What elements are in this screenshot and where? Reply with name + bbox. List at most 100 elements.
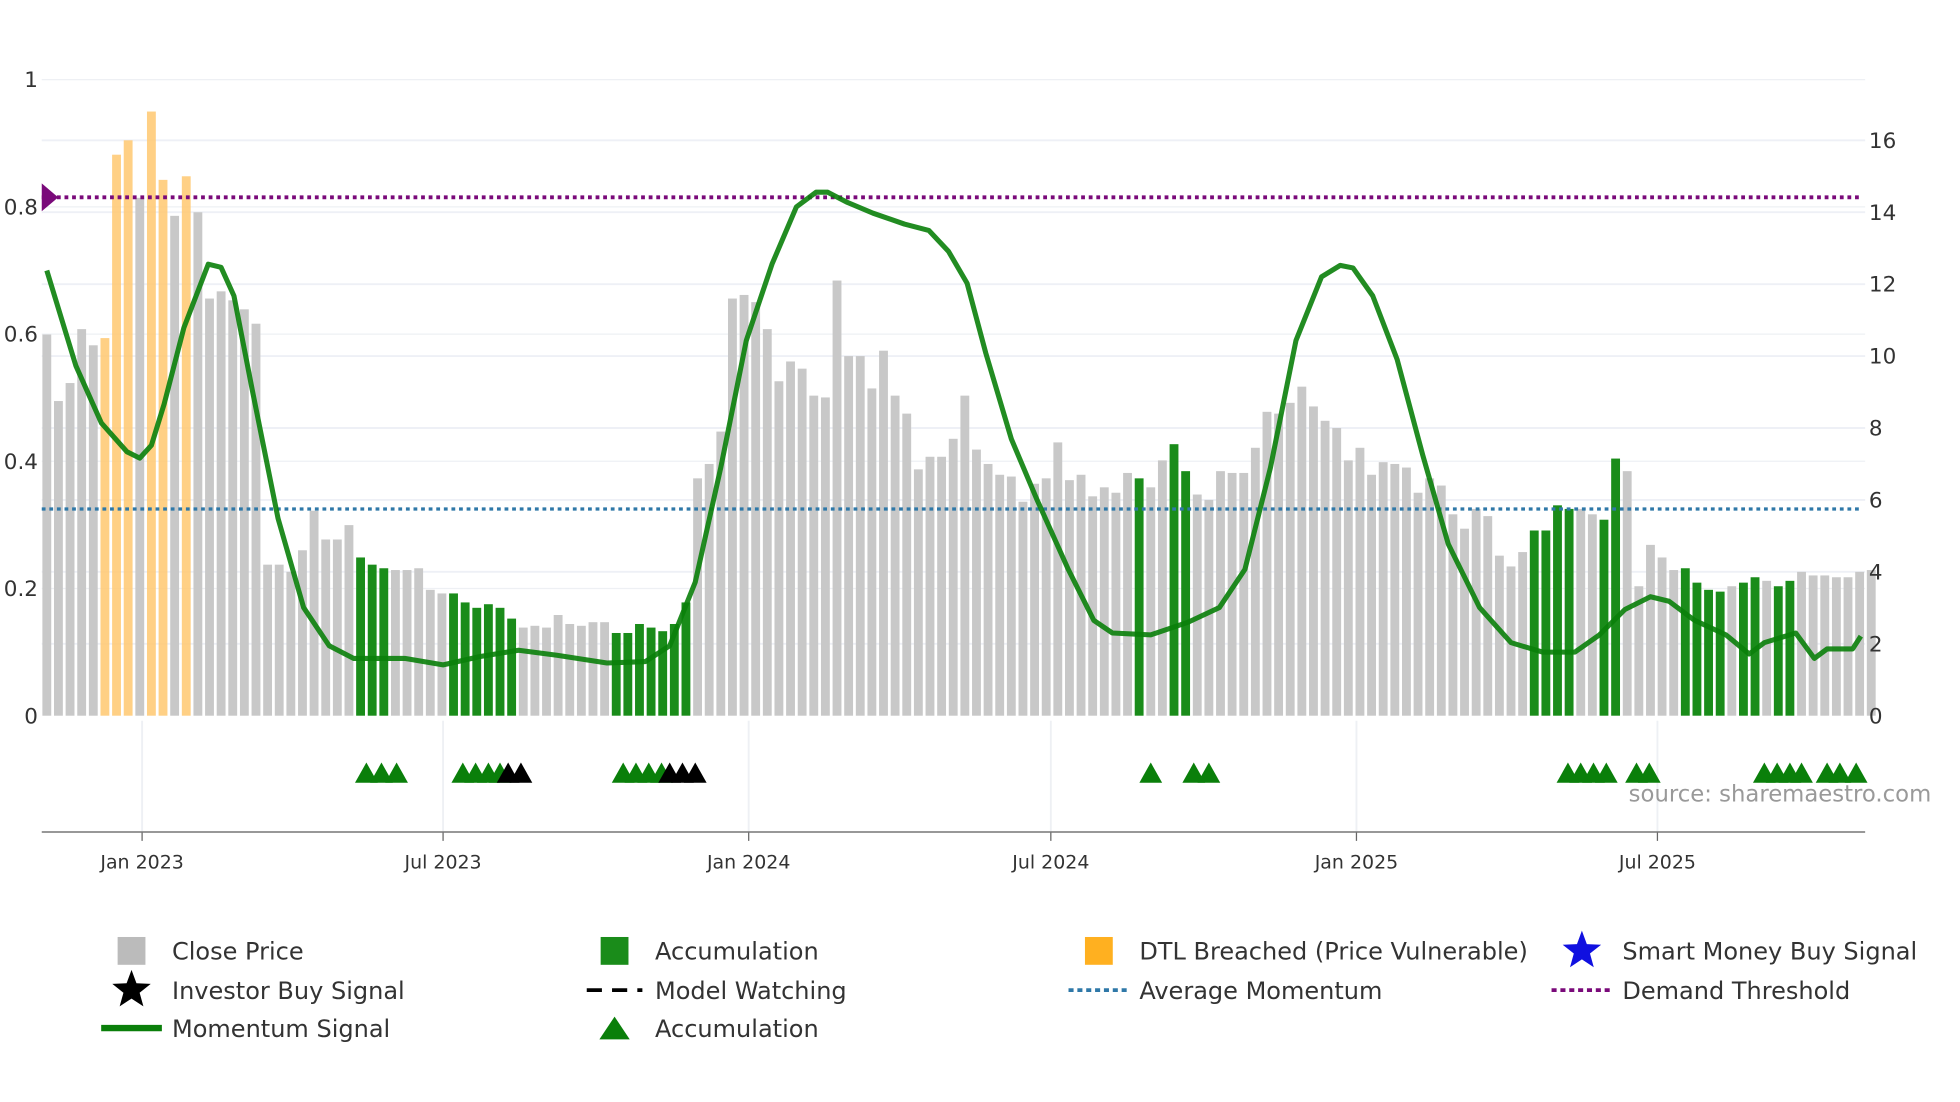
accumulation-bar (472, 607, 482, 716)
accumulation-bar (449, 593, 458, 716)
accumulation-bar (646, 627, 656, 716)
legend-label: Accumulation (655, 938, 819, 966)
close-price-bar (1297, 386, 1307, 716)
close-price-bar (65, 383, 75, 716)
close-price-bar (576, 625, 586, 716)
right-tick-label: 16 (1869, 129, 1896, 154)
accumulation-bar (1564, 508, 1574, 716)
right-tick-label: 14 (1869, 201, 1896, 226)
signal-markers (354, 762, 1868, 783)
close-price-bar (728, 298, 737, 716)
accumulation-bar (1599, 519, 1609, 716)
legend-label: Accumulation (655, 1015, 819, 1043)
black-star-icon (112, 969, 151, 1007)
accumulation-bar (658, 631, 668, 716)
close-price-bar (1460, 528, 1469, 716)
legend-item: Average Momentum (1068, 977, 1382, 1005)
date-tick-label: Jul 2024 (1011, 852, 1089, 874)
date-tick-label: Jul 2023 (404, 852, 482, 874)
accumulation-triangle (385, 762, 408, 783)
close-price-bar (995, 474, 1005, 716)
close-price-bar (1320, 420, 1330, 716)
close-price-bar (1343, 460, 1353, 716)
right-tick-label: 0 (1869, 704, 1883, 729)
date-tick-label: Jan 2025 (1314, 852, 1398, 874)
close-price-bar (1355, 447, 1365, 716)
close-price-bar (693, 478, 702, 716)
close-price-bar (391, 570, 400, 716)
close-price-bar (588, 622, 598, 716)
legend-item: Momentum Signal (101, 1015, 390, 1043)
close-price-bar (832, 280, 842, 716)
legend-item: Investor Buy Signal (112, 969, 405, 1007)
accumulation-bar (483, 604, 493, 716)
legend-item: Smart Money Buy Signal (1562, 930, 1917, 968)
close-price-bar (1018, 501, 1028, 716)
close-price-bar (1192, 494, 1202, 716)
legend-label: DTL Breached (Price Vulnerable) (1139, 938, 1528, 966)
right-tick-label: 2 (1869, 632, 1883, 657)
legend-label: Average Momentum (1139, 977, 1382, 1005)
close-price-bar (937, 456, 947, 716)
dtl-breached-bar (123, 140, 133, 716)
right-tick-label: 12 (1869, 273, 1896, 298)
close-price-bar (1099, 487, 1109, 716)
close-price-bar (1820, 575, 1830, 716)
close-price-bar (274, 564, 284, 716)
right-tick-label: 6 (1869, 489, 1883, 514)
legend-item: Close Price (117, 936, 304, 966)
dtl-breached-bar (100, 338, 110, 716)
close-price-bar (1309, 406, 1318, 716)
close-price-bar (344, 525, 354, 716)
accumulation-bar (1134, 478, 1144, 716)
close-price-bar (298, 550, 307, 716)
close-price-bar (1146, 487, 1156, 716)
close-price-bar (1587, 514, 1597, 716)
left-tick-label: 1 (24, 68, 38, 93)
close-price-bar (1088, 496, 1098, 716)
dtl-breached-bar (181, 176, 191, 716)
close-price-bar (809, 395, 819, 716)
chart: 00.20.40.60.810246810121416Jan 2023 Jul 2… (4, 68, 1931, 1043)
legend-label: Momentum Signal (172, 1015, 390, 1043)
close-price-bar (855, 356, 865, 716)
close-price-bar (530, 625, 540, 716)
close-price-bar (1274, 413, 1284, 716)
green-square-icon (600, 936, 629, 965)
close-price-bar (820, 397, 830, 716)
legend-item: Accumulation (599, 1015, 819, 1043)
close-price-bar (960, 395, 970, 716)
accumulation-bar (379, 568, 389, 716)
close-price-bar (1401, 467, 1411, 716)
legend-item: DTL Breached (Price Vulnerable) (1084, 936, 1528, 966)
close-price-bar (1425, 478, 1435, 716)
left-tick-label: 0.8 (4, 195, 38, 220)
close-price-bar (1378, 462, 1388, 716)
close-price-bar (414, 568, 424, 716)
accumulation-bar (611, 632, 621, 716)
close-price-bar (54, 401, 63, 716)
accumulation-bar (1785, 580, 1795, 716)
close-price-bar (1727, 586, 1737, 716)
date-tick-label: Jan 2023 (99, 852, 183, 874)
triangle-icon (599, 1016, 630, 1040)
accumulation-bar (1541, 530, 1551, 716)
right-tick-label: 8 (1869, 417, 1883, 442)
legend-item: Model Watching (586, 977, 847, 1005)
accumulation-bar (356, 557, 365, 716)
accumulation-bar (1553, 505, 1562, 716)
dtl-breached-bar (158, 179, 168, 716)
close-price-bar (205, 298, 214, 716)
close-price-bar (1285, 402, 1295, 716)
accumulation-triangle (1197, 762, 1221, 783)
close-price-bar (1669, 570, 1679, 716)
close-price-bar (1064, 480, 1074, 716)
close-price-bar (844, 356, 854, 716)
close-price-bar (42, 334, 52, 716)
blue-star-icon (1562, 930, 1602, 968)
close-price-bar (286, 571, 296, 716)
legend-label: Smart Money Buy Signal (1622, 938, 1917, 966)
close-price-bar (170, 215, 180, 716)
right-tick-label: 4 (1869, 560, 1883, 585)
legend-label: Model Watching (655, 977, 847, 1005)
